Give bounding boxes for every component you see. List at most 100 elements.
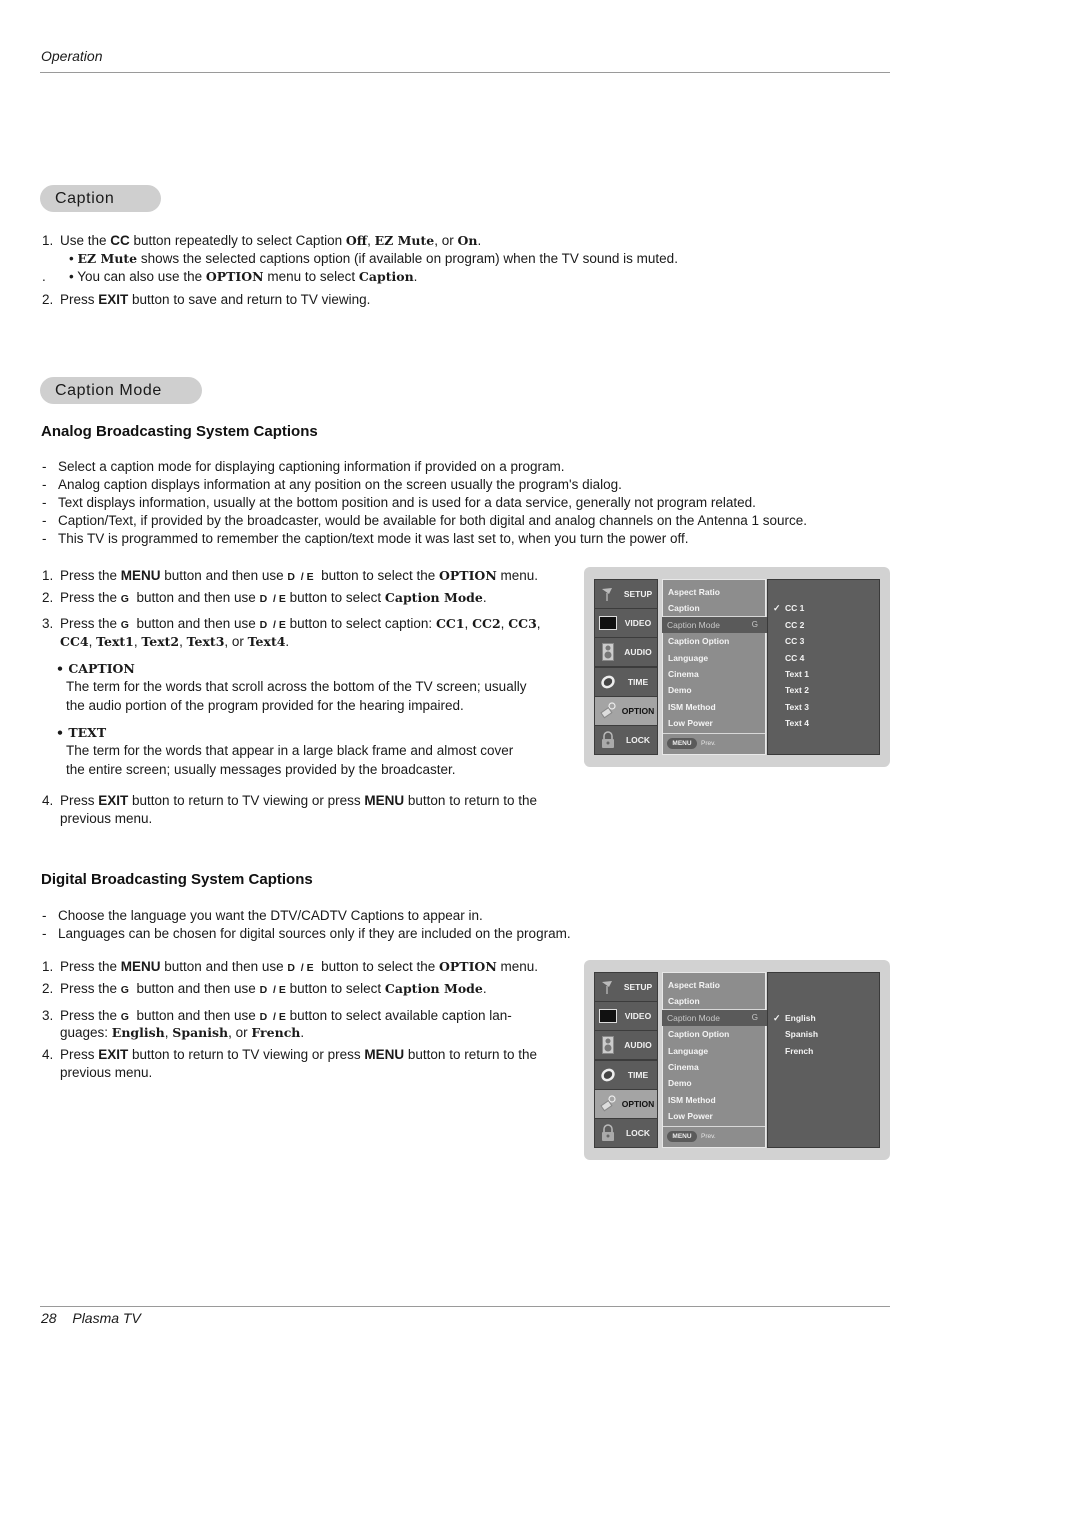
osd-option-item[interactable]: French [768, 1043, 878, 1059]
key-glyph: D / E [287, 962, 314, 974]
text-run: previous menu. [60, 1065, 153, 1080]
bullet-text: Select a caption mode for displaying cap… [58, 459, 565, 474]
text-run: , or [434, 233, 458, 248]
osd-sidebar-item-option[interactable]: OPTION [595, 696, 657, 725]
step-continuation: previous menu. [60, 811, 153, 826]
bullet-dash: - [42, 513, 47, 528]
emphasis: CC3 [508, 616, 537, 631]
osd-sidebar-label: VIDEO [624, 618, 652, 629]
key-glyph: D / E [287, 571, 314, 583]
osd-sidebar-item-setup[interactable]: SETUP [595, 973, 657, 1001]
osd-option-item[interactable]: CC 2 [768, 617, 878, 633]
osd-submenu-item[interactable]: Caption Option [663, 1026, 765, 1042]
osd-option-item[interactable]: ✓ English [768, 1010, 878, 1026]
osd-sidebar-label: VIDEO [624, 1011, 652, 1022]
text-run: Use the [60, 233, 111, 248]
osd-submenu-item[interactable]: Caption Option [663, 633, 765, 649]
osd-option-label: Text 4 [785, 718, 809, 729]
osd-option-item[interactable]: ✓ CC 1 [768, 600, 878, 616]
osd-submenu-label: Caption Mode [667, 1012, 720, 1023]
step-line: 2. Press EXIT button to save and return t… [42, 291, 370, 309]
menu-button[interactable]: MENU [667, 1131, 697, 1142]
step-line: . • You can also use the OPTION menu to s… [42, 268, 417, 286]
osd-sidebar-item-lock[interactable]: LOCK [595, 1119, 657, 1147]
osd-submenu-item[interactable]: Caption Mode G [662, 616, 768, 633]
osd-options-panel: ✓ CC 1 CC 2 CC 3 CC 4 Text 1 Text 2 Text 3 Text … [767, 579, 880, 755]
osd-sidebar-label: OPTION [621, 1098, 655, 1109]
menu-button[interactable]: MENU [667, 738, 697, 749]
emphasis: EXIT [98, 793, 129, 808]
step-line: 1. Press the MENU button and then use D /… [42, 958, 538, 977]
bullet-dash: - [42, 531, 47, 546]
text-run: Press [60, 292, 99, 307]
step-number: 1. [42, 959, 54, 974]
osd-sidebar-item-lock[interactable]: LOCK [595, 726, 657, 754]
osd-submenu-item[interactable]: Language [663, 650, 765, 666]
text-run: button to select the [313, 959, 439, 974]
bullet-item: - Languages can be chosen for digital sou… [42, 925, 892, 943]
osd-sidebar-item-time[interactable]: TIME [595, 667, 657, 696]
osd-submenu-item[interactable]: ISM Method [663, 1092, 765, 1108]
osd-sidebar-item-video[interactable]: VIDEO [595, 609, 657, 638]
osd-submenu-item[interactable]: Cinema [663, 1059, 765, 1075]
osd-option-item[interactable]: Spanish [768, 1026, 878, 1042]
osd-submenu-item[interactable]: Caption [663, 600, 765, 616]
emphasis: CC1 [435, 616, 465, 631]
osd-submenu-label: Caption [668, 996, 700, 1007]
text-run: button to return to the [404, 1047, 537, 1062]
osd-option-item[interactable]: Text 2 [768, 682, 878, 698]
osd-submenu-label: Cinema [668, 1062, 699, 1072]
text-run: Press [60, 793, 99, 808]
osd-sidebar-item-option[interactable]: OPTION [595, 1089, 657, 1118]
clock-icon [599, 673, 617, 691]
osd-sidebar-label: SETUP [623, 982, 653, 992]
osd-option-item[interactable]: Text 3 [768, 699, 878, 715]
osd-sidebar-label: TIME [627, 1069, 649, 1080]
osd-submenu-item[interactable]: Caption [663, 993, 765, 1009]
osd-submenu-label: Language [668, 1045, 709, 1056]
osd-option-item[interactable]: CC 4 [768, 650, 878, 666]
bullet-text: Analog caption displays information at a… [58, 477, 622, 492]
osd-submenu-item[interactable]: Cinema [663, 666, 765, 682]
step-line: guages: English, Spanish, or French. [42, 1024, 304, 1042]
osd-submenu-item[interactable]: Low Power [663, 715, 765, 731]
osd-sidebar-item-time[interactable]: TIME [595, 1060, 657, 1089]
osd-option-label: Text 2 [785, 685, 809, 696]
text-run: guages: [60, 1025, 112, 1040]
osd-sidebar-item-audio[interactable]: AUDIO [595, 1031, 657, 1060]
osd-submenu-item[interactable]: Low Power [663, 1108, 765, 1124]
osd-submenu-item[interactable]: Caption Mode G [662, 1009, 768, 1026]
term-heading: • CAPTION [56, 661, 135, 676]
page-number: 28 [41, 1310, 57, 1326]
osd-option-item[interactable]: Text 1 [768, 666, 878, 682]
key-glyph: G [120, 1011, 129, 1023]
osd-option-label: French [785, 1045, 814, 1056]
osd-submenu-item[interactable]: Demo [663, 1075, 765, 1091]
emphasis: MENU [364, 1047, 405, 1062]
osd-option-label: CC 1 [785, 603, 805, 614]
key-glyph: D / E [259, 984, 286, 996]
osd-sidebar-item-video[interactable]: VIDEO [595, 1002, 657, 1031]
osd-submenu-item[interactable]: ISM Method [663, 699, 765, 715]
bullet-text: Text displays information, usually at th… [58, 495, 756, 510]
text-run: , [367, 233, 375, 248]
text-run: shows the selected captions option (if a… [137, 251, 678, 266]
osd-option-item[interactable]: CC 3 [768, 633, 878, 649]
step-line: 3. Press the G button and then use D / E … [42, 615, 541, 634]
key-tag-icon [599, 1095, 617, 1113]
osd-submenu-item[interactable]: Aspect Ratio [663, 977, 765, 993]
emphasis: Caption Mode [384, 590, 483, 605]
monitor-icon [599, 1007, 617, 1025]
divider [663, 733, 765, 734]
osd-option-item[interactable]: Text 4 [768, 715, 878, 731]
osd-submenu-item[interactable]: Aspect Ratio [663, 584, 765, 600]
osd-submenu-item[interactable]: Language [663, 1043, 765, 1059]
osd-submenu-item[interactable]: Demo [663, 682, 765, 698]
text-run: Press the [60, 568, 121, 583]
osd-submenu: Aspect Ratio Caption Caption Mode G Caption … [662, 579, 768, 755]
osd-options-panel: ✓ English Spanish French [767, 972, 880, 1148]
prev-label: Prev. [701, 740, 716, 747]
osd-sidebar-item-setup[interactable]: SETUP [595, 580, 657, 608]
emphasis: CC2 [472, 616, 501, 631]
osd-sidebar-item-audio[interactable]: AUDIO [595, 638, 657, 667]
